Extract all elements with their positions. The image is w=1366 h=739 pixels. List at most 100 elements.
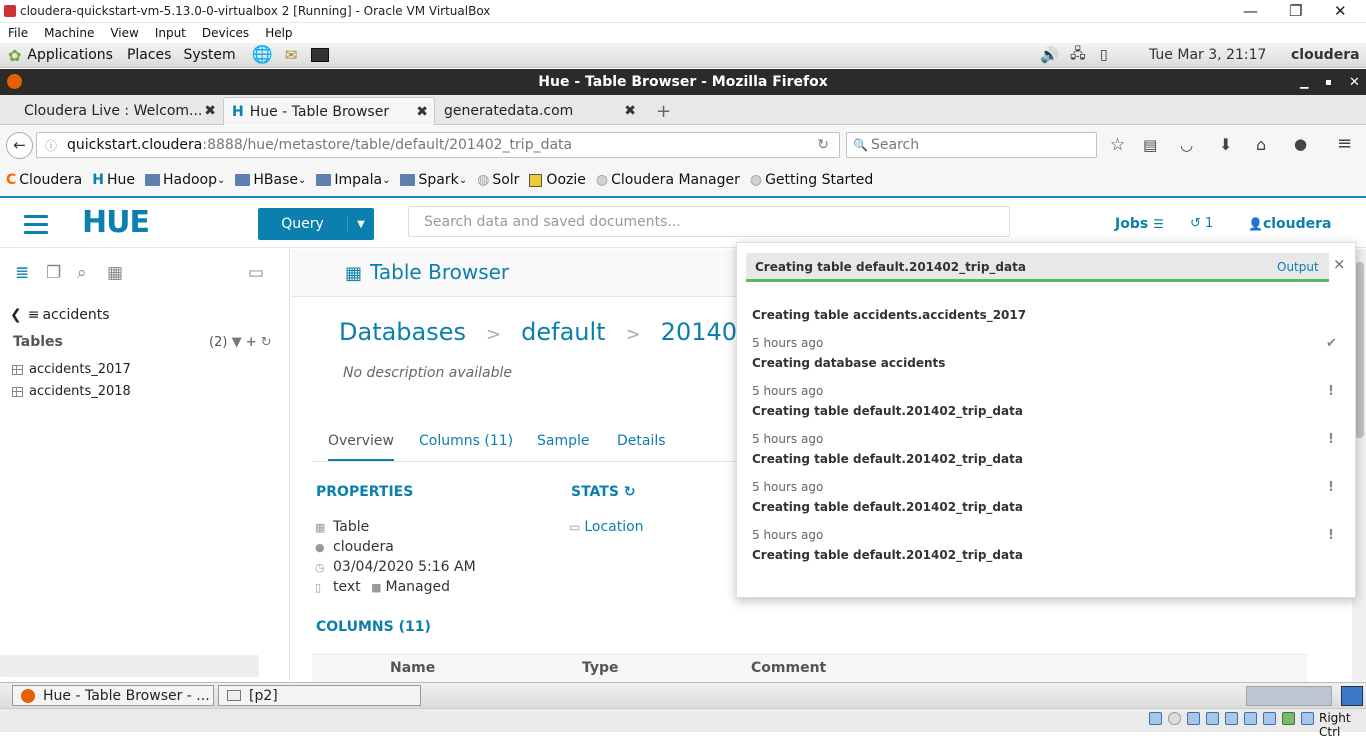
new-tab-icon[interactable]: + xyxy=(648,97,678,125)
tab-sample[interactable]: Sample xyxy=(537,433,590,449)
battery-icon[interactable]: ▯ xyxy=(1100,47,1108,63)
tab-hue-table-browser[interactable]: H Hue - Table Browser ✖ xyxy=(223,97,435,125)
taskbar-item-firefox[interactable]: Hue - Table Browser - ... xyxy=(12,685,214,706)
bookmark-impala[interactable]: Impala ⌄ xyxy=(316,172,390,188)
menu-view[interactable]: View xyxy=(110,26,138,40)
workspace-switcher[interactable] xyxy=(1246,686,1332,706)
menu-machine[interactable]: Machine xyxy=(44,26,94,40)
tab-cloudera-live[interactable]: Cloudera Live : Welcom... ✖ xyxy=(16,97,222,125)
optical-status-icon[interactable] xyxy=(1168,712,1181,725)
add-icon[interactable]: + xyxy=(246,335,257,350)
refresh-icon[interactable]: ↻ xyxy=(624,484,636,500)
job-title[interactable]: Creating table default.201402_trip_data xyxy=(752,452,1023,466)
menu-file[interactable]: File xyxy=(8,26,28,40)
capture-status-icon[interactable] xyxy=(1282,712,1295,725)
tab-close-icon[interactable]: ✖ xyxy=(416,104,428,120)
open-folder-icon[interactable]: ▭ xyxy=(248,263,264,283)
mouse-status-icon[interactable] xyxy=(1301,712,1314,725)
left-scrollbar[interactable] xyxy=(0,655,259,677)
menu-applications[interactable]: Applications xyxy=(27,47,113,63)
tab-details[interactable]: Details xyxy=(617,433,666,449)
col-header-type[interactable]: Type xyxy=(582,660,619,676)
output-link[interactable]: Output xyxy=(1277,260,1319,274)
globe-icon[interactable]: 🌐 xyxy=(252,45,273,65)
menu-places[interactable]: Places xyxy=(127,47,172,63)
menu-devices[interactable]: Devices xyxy=(202,26,249,40)
job-title[interactable]: Creating database accidents xyxy=(752,356,945,370)
hue-menu-icon[interactable] xyxy=(24,215,48,239)
usb-status-icon[interactable] xyxy=(1225,712,1238,725)
back-icon[interactable]: ← xyxy=(6,132,33,159)
ff-maximize-icon[interactable]: ▪ xyxy=(1325,77,1332,88)
reload-icon[interactable]: ↻ xyxy=(817,137,829,153)
col-header-name[interactable]: Name xyxy=(390,660,435,676)
bookmark-hadoop[interactable]: Hadoop ⌄ xyxy=(144,172,225,188)
tab-close-icon[interactable]: ✖ xyxy=(624,103,636,119)
job-title[interactable]: Creating table default.201402_trip_data xyxy=(752,404,1023,418)
clock[interactable]: Tue Mar 3, 21:17 xyxy=(1149,47,1266,63)
terminal-icon[interactable] xyxy=(311,48,330,62)
bookmark-getting-started[interactable]: ◍ Getting Started xyxy=(750,172,873,188)
bookmark-oozie[interactable]: Oozie xyxy=(529,172,586,188)
hdd-status-icon[interactable] xyxy=(1149,712,1162,725)
tab-generatedata[interactable]: generatedata.com ✖ xyxy=(436,97,642,125)
documents-icon[interactable]: ❐ xyxy=(46,263,61,283)
display-status-icon[interactable] xyxy=(1263,712,1276,725)
user-menu[interactable]: 👤cloudera xyxy=(1248,216,1332,232)
bookmark-hbase[interactable]: HBase ⌄ xyxy=(235,172,306,188)
tab-overview[interactable]: Overview xyxy=(328,433,394,461)
restore-icon[interactable]: ❐ xyxy=(1289,2,1302,20)
col-header-comment[interactable]: Comment xyxy=(751,660,826,676)
hue-search-input[interactable]: Search data and saved documents... xyxy=(408,206,1010,237)
bookmark-star-icon[interactable]: ☆ xyxy=(1110,135,1125,155)
download-icon[interactable]: ⬇ xyxy=(1219,135,1232,154)
taskbar-item-folder[interactable]: [p2] xyxy=(218,685,421,706)
bookmark-cloudera[interactable]: C Cloudera xyxy=(6,172,82,188)
firefox-search-input[interactable]: 🔍 Search xyxy=(846,132,1097,158)
menu-input[interactable]: Input xyxy=(155,26,186,40)
query-button[interactable]: Query ▼ xyxy=(258,208,374,240)
reading-list-icon[interactable]: ▤ xyxy=(1143,136,1157,154)
job-title[interactable]: Creating table accidents.accidents_2017 xyxy=(752,308,1026,322)
shared-folders-icon[interactable] xyxy=(1244,712,1257,725)
database-back-link[interactable]: ❮ ≡ accidents xyxy=(10,307,110,323)
crumb-default[interactable]: default xyxy=(521,318,605,346)
filter-icon[interactable]: ▼ xyxy=(232,335,242,350)
close-icon[interactable]: × xyxy=(1333,255,1346,273)
jobs-button[interactable]: Jobs ☰ xyxy=(1115,216,1164,232)
ff-minimize-icon[interactable]: ▁ xyxy=(1300,76,1308,89)
table-item[interactable]: accidents_2018 xyxy=(12,384,131,399)
user-name[interactable]: cloudera xyxy=(1291,47,1360,63)
mail-icon[interactable]: ✉ xyxy=(285,46,298,64)
network-status-icon[interactable] xyxy=(1206,712,1219,725)
minimize-icon[interactable]: — xyxy=(1243,2,1258,20)
bookmark-solr[interactable]: ◍ Solr xyxy=(477,172,519,188)
bookmark-spark[interactable]: Spark ⌄ xyxy=(400,172,467,188)
home-icon[interactable]: ⌂ xyxy=(1256,135,1266,154)
apps-grid-icon[interactable]: ▦ xyxy=(107,263,123,283)
ff-close-icon[interactable]: ✕ xyxy=(1349,75,1360,90)
job-title[interactable]: Creating table default.201402_trip_data xyxy=(752,548,1023,562)
history-button[interactable]: ↺ 1 xyxy=(1190,216,1213,231)
location-link[interactable]: ▭ Location xyxy=(569,519,644,535)
show-desktop-icon[interactable] xyxy=(1341,686,1363,706)
menu-hamburger-icon[interactable]: ≡ xyxy=(1337,133,1352,154)
caret-down-icon[interactable]: ▼ xyxy=(348,219,374,230)
chat-icon[interactable]: ● xyxy=(1294,135,1307,153)
table-item[interactable]: accidents_2017 xyxy=(12,362,131,377)
search-icon[interactable]: ⌕ xyxy=(77,263,87,283)
pocket-icon[interactable]: ◡ xyxy=(1180,136,1193,154)
bookmark-hue[interactable]: H Hue xyxy=(92,172,135,188)
url-bar[interactable]: ⓘ quickstart.cloudera:8888/hue/metastore… xyxy=(36,132,840,158)
menu-help[interactable]: Help xyxy=(265,26,292,40)
network-icon[interactable]: 🖧 xyxy=(1070,43,1086,67)
refresh-icon[interactable]: ↻ xyxy=(261,335,272,350)
audio-status-icon[interactable] xyxy=(1187,712,1200,725)
bookmark-cloudera-manager[interactable]: ◍ Cloudera Manager xyxy=(596,172,740,188)
close-icon[interactable]: ✕ xyxy=(1334,2,1347,20)
info-icon[interactable]: ⓘ xyxy=(45,137,57,154)
crumb-databases[interactable]: Databases xyxy=(339,318,466,346)
tab-columns[interactable]: Columns (11) xyxy=(419,433,513,449)
table-description[interactable]: No description available xyxy=(343,365,512,381)
tab-close-icon[interactable]: ✖ xyxy=(204,103,216,119)
